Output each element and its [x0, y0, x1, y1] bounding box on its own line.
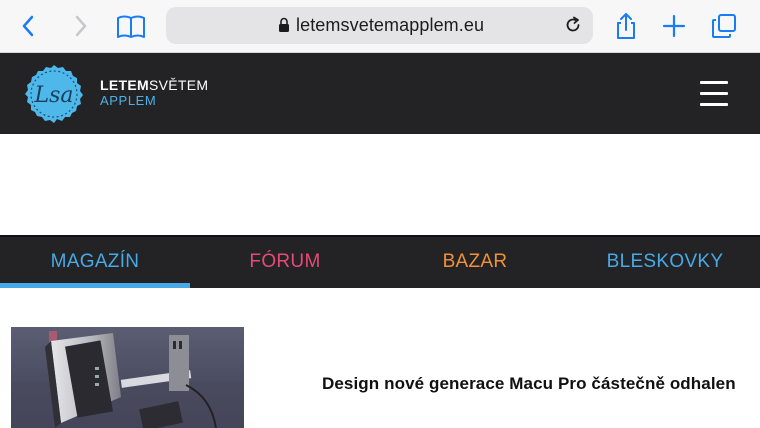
- share-icon[interactable]: [612, 12, 640, 40]
- url-text: letemsvetemapplem.eu: [296, 15, 485, 35]
- tabs-icon[interactable]: [710, 12, 738, 40]
- tab-label: BAZAR: [442, 251, 508, 272]
- forward-icon[interactable]: [66, 12, 94, 40]
- tab-bleskovky[interactable]: BLESKOVKY: [570, 237, 760, 288]
- section-nav: MAGAZÍN FÓRUM BAZAR BLESKOVKY: [0, 235, 760, 288]
- article-title[interactable]: Design nové generace Macu Pro částečně o…: [322, 374, 736, 394]
- tab-bazar[interactable]: BAZAR: [380, 237, 570, 288]
- active-tab-indicator: [0, 283, 190, 288]
- brand-subtitle: APPLEM: [100, 93, 157, 108]
- site-logo[interactable]: Lsa: [24, 64, 84, 124]
- tab-forum[interactable]: FÓRUM: [190, 237, 380, 288]
- brand-light: SVĚTEM: [148, 77, 209, 93]
- tab-label: MAGAZÍN: [50, 251, 140, 272]
- tab-label: BLESKOVKY: [606, 251, 724, 272]
- site-header: Lsa LETEMSVĚTEM APPLEM: [0, 53, 760, 134]
- ad-space: [0, 134, 760, 235]
- tab-label: FÓRUM: [249, 251, 321, 272]
- tab-magazin[interactable]: MAGAZÍN: [0, 237, 190, 288]
- brand-name[interactable]: LETEMSVĚTEM APPLEM: [100, 77, 209, 109]
- new-tab-icon[interactable]: [660, 12, 688, 40]
- menu-icon[interactable]: [700, 80, 728, 106]
- article-thumbnail[interactable]: [11, 327, 244, 428]
- lock-icon: [279, 17, 289, 32]
- address-bar[interactable]: letemsvetemapplem.eu: [166, 7, 593, 44]
- reload-icon[interactable]: [563, 15, 583, 35]
- browser-toolbar: letemsvetemapplem.eu: [0, 0, 760, 53]
- back-icon[interactable]: [15, 12, 43, 40]
- brand-bold: LETEM: [100, 77, 149, 93]
- logo-text: Lsa: [33, 83, 73, 108]
- bookmarks-icon[interactable]: [115, 12, 147, 40]
